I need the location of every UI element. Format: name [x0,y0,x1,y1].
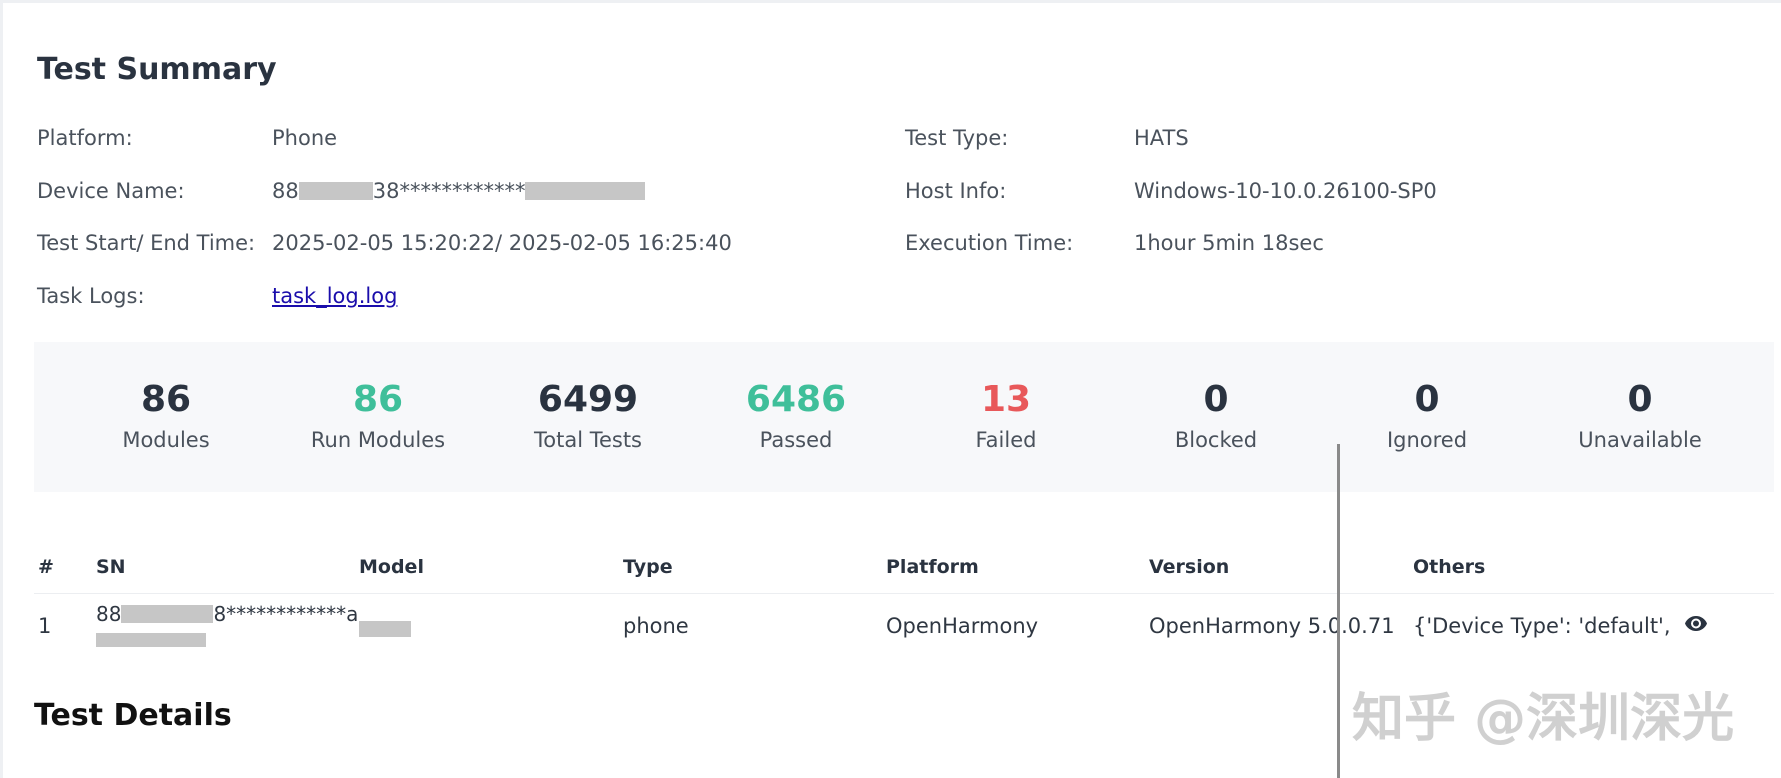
stat-label: Ignored [1386,428,1468,452]
time-label: Test Start/ End Time: [37,231,256,255]
device-name-mid: 38************ [372,179,526,203]
stats-panel: 86 Modules 86 Run Modules 6499 Total Tes… [34,342,1774,492]
stat-failed: 13 Failed [906,376,1106,452]
table-divider [34,593,1774,594]
overlay-divider-line [1337,444,1340,778]
stat-label: Unavailable [1578,428,1702,452]
page-title: Test Summary [37,52,277,87]
stat-label: Run Modules [310,428,446,452]
row-sn: 88 8************a [96,602,358,650]
platform-label: Platform: [37,126,133,150]
stat-value: 86 [140,379,192,420]
redacted-block [525,182,646,200]
device-name-value: 88 38************ [272,179,646,203]
col-header-model: Model [359,556,424,578]
stat-label: Modules [122,428,210,452]
stat-ignored: 0 Ignored [1327,376,1527,452]
stat-blocked: 0 Blocked [1116,376,1316,452]
device-name-label: Device Name: [37,179,185,203]
stat-value: 6499 [537,379,639,420]
sn-mid: 8************a [213,602,359,626]
platform-value: Phone [272,126,338,150]
task-log-link[interactable]: task_log.log [272,284,397,308]
stat-label: Total Tests [533,428,642,452]
stat-unavailable: 0 Unavailable [1540,376,1740,452]
stat-label: Failed [975,428,1037,452]
col-header-index: # [38,556,54,578]
sn-prefix: 88 [96,602,122,626]
stat-value: 0 [1414,379,1440,420]
device-name-prefix: 88 [272,179,299,203]
stat-value: 0 [1627,379,1653,420]
stat-value: 86 [352,379,404,420]
stat-modules: 86 Modules [66,376,266,452]
exec-time-value: 1hour 5min 18sec [1134,231,1324,255]
stat-value: 6486 [745,379,847,420]
section-title-test-details: Test Details [34,698,232,733]
row-type: phone [623,614,689,638]
watermark: 知乎 @深圳深光 [1352,689,1735,749]
redacted-block [96,633,206,647]
host-info-label: Host Info: [905,179,1007,203]
col-header-others: Others [1413,556,1486,578]
stat-label: Blocked [1174,428,1258,452]
stat-label: Passed [759,428,833,452]
host-info-value: Windows-10-10.0.26100-SP0 [1134,179,1437,203]
row-platform: OpenHarmony [886,614,1039,638]
col-header-type: Type [623,556,673,578]
row-others: {'Device Type': 'default', '... [1413,614,1675,638]
time-value: 2025-02-05 15:20:22/ 2025-02-05 16:25:40 [272,231,732,255]
col-header-version: Version [1149,556,1230,578]
task-logs-value: task_log.log [272,284,397,308]
row-version: OpenHarmony 5.0.0.71 [1149,614,1395,638]
eye-icon[interactable] [1684,611,1708,635]
test-type-label: Test Type: [905,126,1009,150]
stat-run-modules: 86 Run Modules [278,376,478,452]
col-header-sn: SN [96,556,126,578]
stat-passed: 6486 Passed [696,376,896,452]
stat-total-tests: 6499 Total Tests [488,376,688,452]
exec-time-label: Execution Time: [905,231,1074,255]
col-header-platform: Platform [886,556,979,578]
task-logs-label: Task Logs: [37,284,145,308]
redacted-block [359,621,411,637]
test-type-value: HATS [1134,126,1189,150]
redacted-block [298,182,373,200]
row-index: 1 [38,614,52,638]
stat-value: 0 [1203,379,1229,420]
row-model [359,616,411,640]
stat-value: 13 [980,379,1032,420]
redacted-block [121,605,214,623]
